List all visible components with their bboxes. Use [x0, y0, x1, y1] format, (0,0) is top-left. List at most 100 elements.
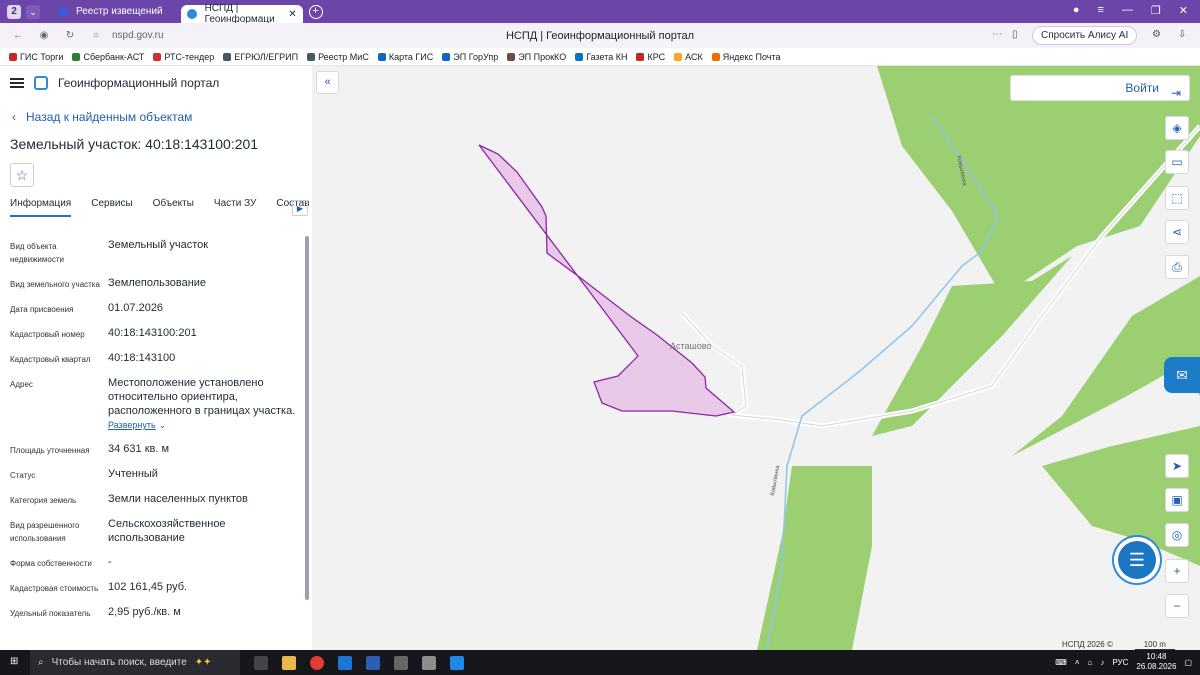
- task-view-icon[interactable]: [254, 655, 268, 670]
- minimap-icon[interactable]: ▣: [1165, 488, 1189, 512]
- browser-tab-nspd[interactable]: НСПД | Геоинформаци ✕: [180, 3, 303, 25]
- word-icon[interactable]: [366, 655, 380, 670]
- property-value: Землепользование: [108, 277, 207, 289]
- property-value: Земельный участок: [108, 239, 209, 251]
- property-row: Удельный показатель 2,95 руб./кв. м: [10, 605, 302, 620]
- login-button[interactable]: Войти ⇥: [1010, 75, 1190, 101]
- geo-search-icon[interactable]: ◎: [1165, 523, 1189, 547]
- map-attribution: НСПД 2026 © 100 m: [1062, 640, 1175, 650]
- taskbar-search[interactable]: ⌕ Чтобы начать поиск, введите ✦✦: [30, 650, 240, 675]
- clock-date: 26.08.2026: [1136, 662, 1177, 671]
- browser-tab-registry[interactable]: Реестр извещений: [48, 3, 173, 21]
- extensions-icon[interactable]: ⚙: [1152, 29, 1161, 40]
- property-row: Площадь уточненная 34 631 кв. м: [10, 442, 302, 457]
- print-icon[interactable]: ⎙: [1165, 255, 1189, 279]
- bookmark-item[interactable]: КРС: [636, 52, 665, 62]
- bookmark-icon[interactable]: ▯: [1012, 29, 1018, 40]
- bookmark-item[interactable]: ЭП ПрокКО: [507, 52, 566, 62]
- map-svg: Асташово Ковылинка Ковылинка: [478, 66, 1200, 650]
- sidebar-scrollbar[interactable]: [305, 236, 309, 600]
- tabs-scroll-right-icon[interactable]: ▶: [292, 200, 308, 216]
- app-icon[interactable]: [450, 655, 464, 670]
- property-value: 01.07.2026: [108, 302, 164, 314]
- favorite-star-icon[interactable]: ☆: [10, 163, 34, 187]
- property-value: Земли населенных пунктов: [108, 493, 248, 505]
- property-row: Вид земельного участка Землепользование: [10, 276, 302, 291]
- property-row: Статус Учтенный: [10, 467, 302, 482]
- property-label: Статус: [10, 471, 36, 480]
- map-canvas[interactable]: Асташово Ковылинка Ковылинка: [312, 66, 1200, 650]
- bookmark-item[interactable]: Реестр МиС: [307, 52, 369, 62]
- expand-link[interactable]: Развернуть: [108, 420, 156, 430]
- app-icon[interactable]: [422, 655, 436, 670]
- bookmark-item[interactable]: Сбербанк-АСТ: [72, 52, 144, 62]
- locate-icon[interactable]: ➤: [1165, 454, 1189, 478]
- file-explorer-icon[interactable]: [282, 655, 296, 670]
- bookmark-item[interactable]: Газета КН: [575, 52, 627, 62]
- chevron-down-icon[interactable]: ⌄: [159, 420, 167, 430]
- zoom-in-icon[interactable]: +: [1165, 559, 1189, 583]
- bookmark-item[interactable]: РТС-тендер: [153, 52, 214, 62]
- language-indicator[interactable]: РУС: [1112, 658, 1128, 667]
- select-area-icon[interactable]: ⬚: [1165, 186, 1189, 210]
- tab-count-badge[interactable]: 2: [7, 4, 21, 19]
- collapse-panel-button[interactable]: «: [316, 71, 339, 94]
- tab-parts[interactable]: Части ЗУ: [214, 198, 256, 217]
- bookmark-item[interactable]: ГИС Торги: [9, 52, 63, 62]
- bookmarks-bar: ГИС Торги Сбербанк-АСТ РТС-тендер ЕГРЮЛ/…: [0, 48, 1200, 66]
- clock[interactable]: 10:48 26.08.2026: [1136, 652, 1176, 672]
- menu-icon[interactable]: ≡: [1097, 4, 1103, 17]
- property-label: Вид земельного участка: [10, 280, 100, 289]
- windows-taskbar: ⊞ ⌕ Чтобы начать поиск, введите ✦✦ ⌨ ˄ ⌂…: [0, 650, 1200, 675]
- property-row: Кадастровый номер 40:18:143100:201: [10, 326, 302, 341]
- bookmark-item[interactable]: Карта ГИС: [377, 52, 433, 62]
- property-value: 34 631 кв. м: [108, 443, 170, 455]
- tab-label: Реестр извещений: [76, 6, 163, 17]
- chevron-up-icon[interactable]: ˄: [1075, 658, 1080, 667]
- hamburger-menu-icon[interactable]: [10, 78, 24, 88]
- minimize-icon[interactable]: —: [1122, 4, 1133, 17]
- more-icon[interactable]: ⋯: [992, 29, 1002, 40]
- volume-icon[interactable]: ♪: [1100, 658, 1104, 667]
- land-parcel[interactable]: [478, 144, 736, 417]
- close-tab-icon[interactable]: ✕: [288, 9, 296, 20]
- zoom-out-icon[interactable]: −: [1165, 594, 1189, 618]
- bookmark-item[interactable]: АСК: [674, 52, 703, 62]
- property-label: Кадастровый номер: [10, 330, 85, 339]
- windows-start-icon[interactable]: ⊞: [10, 656, 18, 667]
- login-label: Войти: [1125, 81, 1159, 95]
- keyboard-icon[interactable]: ⌨: [1055, 658, 1067, 667]
- notifications-icon[interactable]: ▢: [1184, 658, 1192, 667]
- outlook-icon[interactable]: [338, 655, 352, 670]
- back-label: Назад к найденным объектам: [26, 110, 193, 124]
- login-icon: ⇥: [1170, 86, 1181, 100]
- restore-icon[interactable]: ❐: [1151, 4, 1161, 17]
- close-window-icon[interactable]: ✕: [1179, 4, 1188, 17]
- property-value: 40:18:143100:201: [108, 327, 197, 339]
- yandex-browser-icon[interactable]: [310, 655, 324, 670]
- tab-objects[interactable]: Объекты: [153, 198, 194, 217]
- chat-icon[interactable]: ☰: [1118, 541, 1156, 579]
- share-icon[interactable]: ⋖: [1165, 220, 1189, 244]
- calculator-icon[interactable]: [394, 655, 408, 670]
- bookmark-item[interactable]: ЭП ГорУпр: [442, 52, 498, 62]
- registry-favicon-icon: [58, 6, 68, 17]
- property-label: Вид объекта недвижимости: [10, 242, 64, 264]
- tab-menu-icon[interactable]: ⌄: [26, 4, 40, 19]
- new-tab-button[interactable]: +: [308, 4, 323, 19]
- feedback-tab-icon[interactable]: ✉: [1164, 357, 1200, 393]
- alice-button[interactable]: Спросить Алису AI: [1032, 26, 1138, 45]
- tab-information[interactable]: Информация: [10, 198, 72, 217]
- back-to-results-link[interactable]: ‹ Назад к найденным объектам: [12, 110, 192, 124]
- property-value: 102 161,45 руб.: [108, 581, 188, 593]
- forest-patch: [872, 256, 1072, 436]
- ruler-icon[interactable]: ▭: [1165, 150, 1189, 174]
- profile-icon[interactable]: ●: [1073, 4, 1080, 17]
- network-icon[interactable]: ⌂: [1088, 658, 1093, 667]
- layers-icon[interactable]: ◈: [1165, 116, 1189, 140]
- tab-services[interactable]: Сервисы: [91, 198, 132, 217]
- scale-bar: 100 m: [1134, 640, 1175, 650]
- bookmark-item[interactable]: ЕГРЮЛ/ЕГРИП: [223, 52, 298, 62]
- download-icon[interactable]: ⇩: [1178, 29, 1186, 40]
- bookmark-item[interactable]: Яндекс Почта: [711, 52, 780, 62]
